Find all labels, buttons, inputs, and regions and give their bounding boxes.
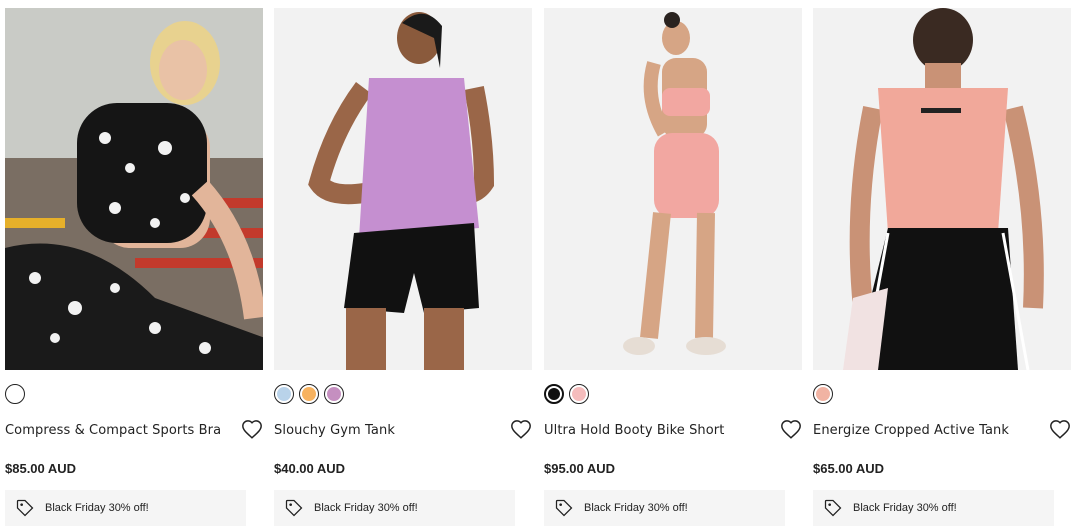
product-price: $65.00 AUD [813,461,885,476]
tag-icon [285,499,303,517]
color-swatches [544,384,802,408]
product-image[interactable] [813,8,1071,370]
color-swatches [813,384,1071,408]
heart-icon[interactable] [510,419,532,441]
promo-badge: Black Friday 30% off! [544,490,785,526]
tag-icon [824,499,842,517]
tag-icon [555,499,573,517]
promo-badge: Black Friday 30% off! [813,490,1054,526]
product-card: Energize Cropped Active Tank $65.00 AUD … [813,8,1071,526]
color-swatch[interactable] [324,384,344,404]
color-swatches [274,384,532,408]
product-price: $85.00 AUD [5,461,77,476]
product-image[interactable] [544,8,802,370]
color-swatches [5,384,263,408]
promo-badge: Black Friday 30% off! [5,490,246,526]
color-swatch[interactable] [274,384,294,404]
product-card: Ultra Hold Booty Bike Short $95.00 AUD B… [544,8,802,526]
promo-text: Black Friday 30% off! [314,502,418,514]
product-image[interactable] [5,8,263,370]
color-swatch[interactable] [5,384,25,404]
heart-icon[interactable] [780,419,802,441]
heart-icon[interactable] [241,419,263,441]
promo-text: Black Friday 30% off! [853,502,957,514]
color-swatch[interactable] [569,384,589,404]
promo-badge: Black Friday 30% off! [274,490,515,526]
color-swatch[interactable] [299,384,319,404]
product-price: $40.00 AUD [274,461,346,476]
color-swatch[interactable] [813,384,833,404]
promo-text: Black Friday 30% off! [45,502,149,514]
product-price: $95.00 AUD [544,461,616,476]
product-title[interactable]: Energize Cropped Active Tank [813,423,1009,438]
tag-icon [16,499,34,517]
product-title[interactable]: Ultra Hold Booty Bike Short [544,423,724,438]
product-title[interactable]: Compress & Compact Sports Bra [5,423,221,438]
product-image[interactable] [274,8,532,370]
product-grid: Compress & Compact Sports Bra $85.00 AUD… [0,0,1080,527]
heart-icon[interactable] [1049,419,1071,441]
promo-text: Black Friday 30% off! [584,502,688,514]
product-title[interactable]: Slouchy Gym Tank [274,423,395,438]
color-swatch[interactable] [544,384,564,404]
product-card: Slouchy Gym Tank $40.00 AUD Black Friday… [274,8,532,526]
product-card: Compress & Compact Sports Bra $85.00 AUD… [5,8,263,526]
